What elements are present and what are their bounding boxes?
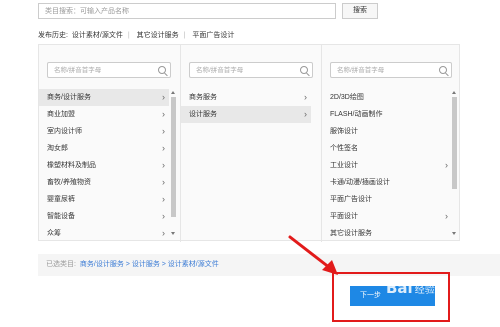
watermark-sub: 经验 xyxy=(414,285,435,296)
annotation-arrow xyxy=(288,235,338,275)
baidu-watermark: Bai 经验 xyxy=(386,279,435,297)
annotation-arrow-line xyxy=(288,235,332,270)
watermark-text: Bai xyxy=(386,279,413,297)
